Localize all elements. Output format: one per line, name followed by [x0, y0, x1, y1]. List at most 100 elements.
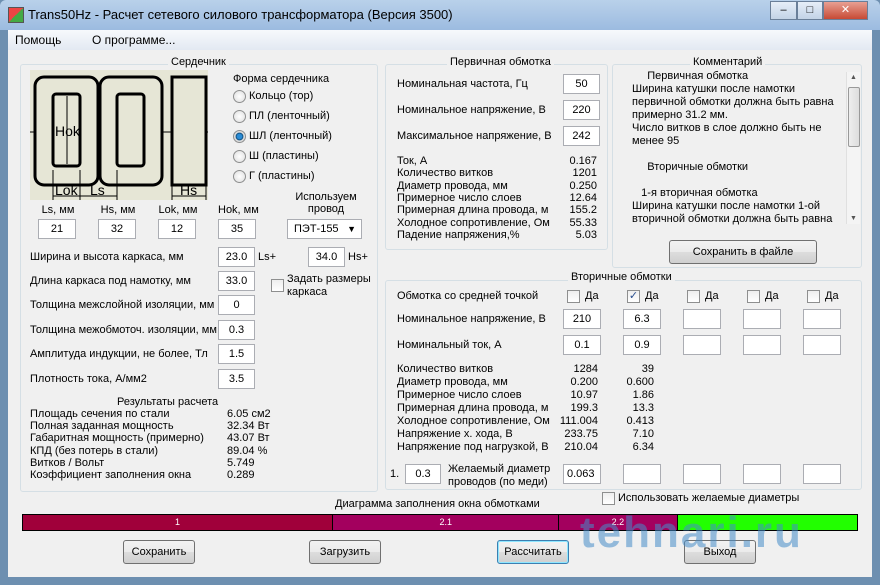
- frame-width-input[interactable]: 23.0: [218, 247, 255, 267]
- center-tap-label: Обмотка со средней точкой: [397, 290, 539, 302]
- core-shape-radio[interactable]: [233, 90, 246, 103]
- app-icon: [8, 7, 24, 23]
- dim-input[interactable]: 21: [38, 219, 76, 239]
- center-tap-checkbox[interactable]: [687, 290, 700, 303]
- param-input[interactable]: 3.5: [218, 368, 255, 389]
- sec-result-value: 10.97: [570, 389, 598, 401]
- desired-diam-label: Желаемый диаметр проводов (по меди): [448, 463, 550, 489]
- dim-label: Ls, мм: [41, 204, 75, 216]
- sec-current-input[interactable]: [683, 335, 721, 355]
- dim-label: Lok, мм: [158, 204, 198, 216]
- center-tap-checkbox[interactable]: ✓: [627, 290, 640, 303]
- sec-voltage-input[interactable]: [803, 309, 841, 329]
- dim-input[interactable]: 12: [158, 219, 196, 239]
- load-button[interactable]: Загрузить: [309, 540, 381, 564]
- ls-plus-label: Ls+: [258, 251, 277, 263]
- core-group-title: Сердечник: [168, 56, 229, 68]
- result-value: 0.289: [227, 469, 255, 481]
- desired-diam-input[interactable]: [623, 464, 661, 484]
- sec-current-input[interactable]: [743, 335, 781, 355]
- comment-scrollbar[interactable]: ▲ ▼: [846, 72, 860, 224]
- window-title: Trans50Hz - Расчет сетевого силового тра…: [28, 7, 453, 22]
- wire-label: Используем провод: [294, 191, 358, 215]
- sec-voltage-input[interactable]: [743, 309, 781, 329]
- primary-input[interactable]: 242: [563, 126, 600, 146]
- fill-diagram-title: Диаграмма заполнения окна обмотками: [335, 498, 540, 510]
- sec-result-label: Напряжение х. хода, В: [397, 428, 513, 440]
- center-tap-checkbox[interactable]: [747, 290, 760, 303]
- sec-result-value: 233.75: [564, 428, 598, 440]
- core-shape-radio[interactable]: [233, 170, 246, 183]
- scroll-up-icon[interactable]: ▲: [850, 74, 857, 81]
- core-shape-radio[interactable]: [233, 150, 246, 163]
- maximize-button[interactable]: □: [797, 1, 823, 20]
- core-shape-label: Кольцо (тор): [249, 90, 314, 102]
- wire-select[interactable]: ПЭТ-155 ▼: [287, 219, 362, 239]
- save-button[interactable]: Сохранить: [123, 540, 195, 564]
- param-input[interactable]: 0.3: [218, 319, 255, 340]
- result-value: 6.05 см2: [227, 408, 271, 420]
- core-shape-radio[interactable]: [233, 110, 246, 123]
- hs-label: Hs: [180, 182, 197, 198]
- param-input[interactable]: 0: [218, 295, 255, 315]
- yes-label: Да: [585, 290, 599, 302]
- core-shape-radio[interactable]: [233, 130, 246, 143]
- menu-about[interactable]: О программе...: [92, 33, 175, 47]
- sec-voltage-input[interactable]: [683, 309, 721, 329]
- desired-diam-input[interactable]: [803, 464, 841, 484]
- primary-input[interactable]: 50: [563, 74, 600, 94]
- sec-current-input[interactable]: [803, 335, 841, 355]
- sec-voltage-input[interactable]: 210: [563, 309, 601, 329]
- core-diagram: Hok Lok Ls Hs: [30, 70, 208, 200]
- core-shape-label: Ш (пластины): [249, 150, 319, 162]
- dim-label: Hs, мм: [100, 204, 136, 216]
- primary-result-label: Ток, А: [397, 155, 428, 167]
- sec-current-input[interactable]: 0.1: [563, 335, 601, 355]
- lok-label: Lok: [55, 182, 79, 198]
- frame-height-input[interactable]: 34.0: [308, 247, 345, 267]
- frame-length-label: Длина каркаса под намотку, мм: [30, 275, 191, 287]
- set-frame-label: Задать размеры каркаса: [287, 273, 371, 299]
- save-to-file-button[interactable]: Сохранить в файле: [669, 240, 817, 264]
- result-label: Площадь сечения по стали: [30, 408, 170, 420]
- fill-segment: 2.1: [333, 515, 560, 530]
- ls-label: Ls: [90, 182, 105, 198]
- scroll-down-icon[interactable]: ▼: [850, 215, 857, 222]
- primary-desired-diam-input[interactable]: 0.3: [405, 464, 441, 484]
- desired-diam-input[interactable]: [743, 464, 781, 484]
- dim-input[interactable]: 32: [98, 219, 136, 239]
- calculate-button[interactable]: Рассчитать: [497, 540, 569, 564]
- results-title: Результаты расчета: [117, 396, 219, 408]
- menu-help[interactable]: Помощь: [15, 33, 61, 47]
- menu-bar: Помощь О программе...: [8, 30, 872, 50]
- secondary-group-title: Вторичные обмотки: [568, 271, 675, 283]
- dim-label: Hok, мм: [218, 204, 259, 216]
- title-bar[interactable]: Trans50Hz - Расчет сетевого силового тра…: [0, 0, 880, 30]
- frame-length-input[interactable]: 33.0: [218, 271, 255, 291]
- center-tap-checkbox[interactable]: [807, 290, 820, 303]
- desired-diam-input[interactable]: 0.063: [563, 464, 601, 484]
- set-frame-checkbox[interactable]: [271, 279, 284, 292]
- param-label: Амплитуда индукции, не более, Тл: [30, 348, 208, 360]
- wire-label-line2: провод: [307, 203, 345, 215]
- scrollbar-thumb[interactable]: [848, 87, 860, 147]
- result-value: 43.07 Вт: [227, 432, 270, 445]
- minimize-button[interactable]: –: [770, 1, 797, 20]
- dim-input[interactable]: 35: [218, 219, 256, 239]
- param-input[interactable]: 1.5: [218, 344, 255, 364]
- sec-result-value: 7.10: [632, 428, 654, 440]
- center-tap-checkbox[interactable]: [567, 290, 580, 303]
- sec-voltage-input[interactable]: 6.3: [623, 309, 661, 329]
- wire-select-value: ПЭТ-155: [294, 223, 339, 235]
- comment-group-title: Комментарий: [690, 56, 766, 68]
- sec-current-input[interactable]: 0.9: [623, 335, 661, 355]
- use-desired-checkbox[interactable]: [602, 492, 615, 505]
- desired-diam-input[interactable]: [683, 464, 721, 484]
- close-button[interactable]: ✕: [823, 1, 868, 20]
- sec-result-value: 0.413: [626, 415, 654, 427]
- sec-result-value: 210.04: [564, 441, 598, 453]
- chevron-down-icon: ▼: [347, 224, 356, 234]
- primary-input[interactable]: 220: [563, 100, 600, 120]
- core-shape-label: ПЛ (ленточный): [249, 110, 330, 122]
- param-label: Толщина межслойной изоляции, мм: [30, 299, 215, 311]
